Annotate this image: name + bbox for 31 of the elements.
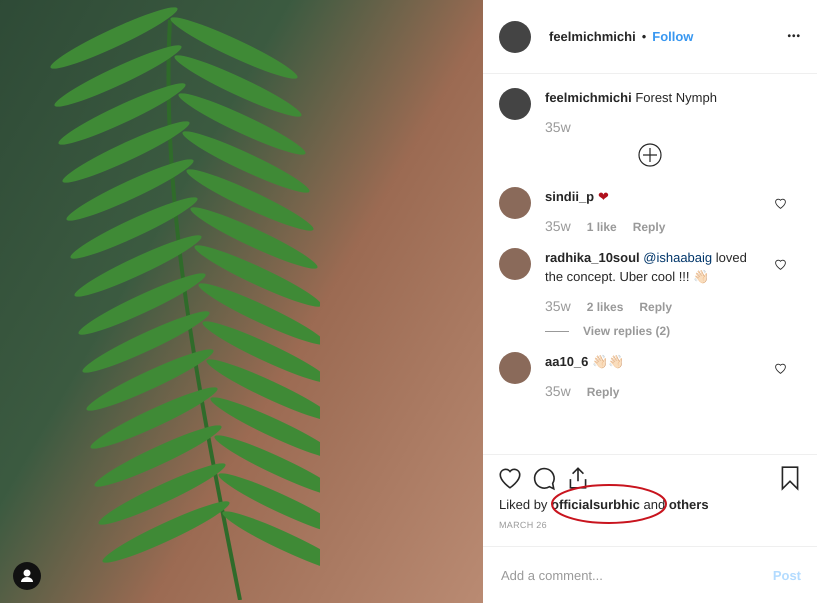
- comment-text: aa10_6 👋🏻👋🏻: [545, 353, 626, 371]
- avatar[interactable]: [499, 20, 531, 52]
- reply-link[interactable]: Reply: [639, 300, 672, 314]
- post-date: MARCH 26: [498, 519, 548, 532]
- timestamp: 35w: [545, 298, 571, 314]
- load-more-icon[interactable]: [638, 143, 662, 167]
- heart-icon[interactable]: [774, 258, 787, 271]
- separator-dot: •: [642, 29, 646, 44]
- timestamp: 35w: [545, 383, 571, 399]
- comment-text: radhika_10soul @ishaabaig loved the concept. Uber cool !!! 👋🏻: [545, 249, 748, 286]
- comment-text: sindii_p ❤: [545, 188, 610, 206]
- reply-link[interactable]: Reply: [586, 385, 620, 399]
- avatar[interactable]: [499, 88, 531, 120]
- user-tag-icon[interactable]: [13, 562, 41, 590]
- like-count[interactable]: 1 like: [586, 220, 617, 234]
- heart-icon[interactable]: [774, 197, 787, 210]
- comment-icon[interactable]: [531, 465, 557, 491]
- timestamp: 35w: [545, 218, 571, 234]
- reply-link[interactable]: Reply: [632, 220, 666, 234]
- username[interactable]: feelmichmichi: [549, 29, 636, 44]
- follow-link[interactable]: Follow: [652, 29, 694, 44]
- post-button[interactable]: Post: [772, 568, 801, 582]
- avatar[interactable]: [499, 187, 531, 219]
- like-count[interactable]: 2 likes: [586, 300, 624, 314]
- heart-icon[interactable]: [774, 362, 787, 375]
- timestamp: 35w: [545, 119, 571, 135]
- more-options-button[interactable]: •••: [787, 31, 801, 42]
- caption-text: feelmichmichi Forest Nymph: [545, 89, 718, 107]
- view-replies-link[interactable]: View replies (2): [583, 324, 670, 338]
- avatar[interactable]: [499, 248, 531, 280]
- avatar[interactable]: [499, 352, 531, 384]
